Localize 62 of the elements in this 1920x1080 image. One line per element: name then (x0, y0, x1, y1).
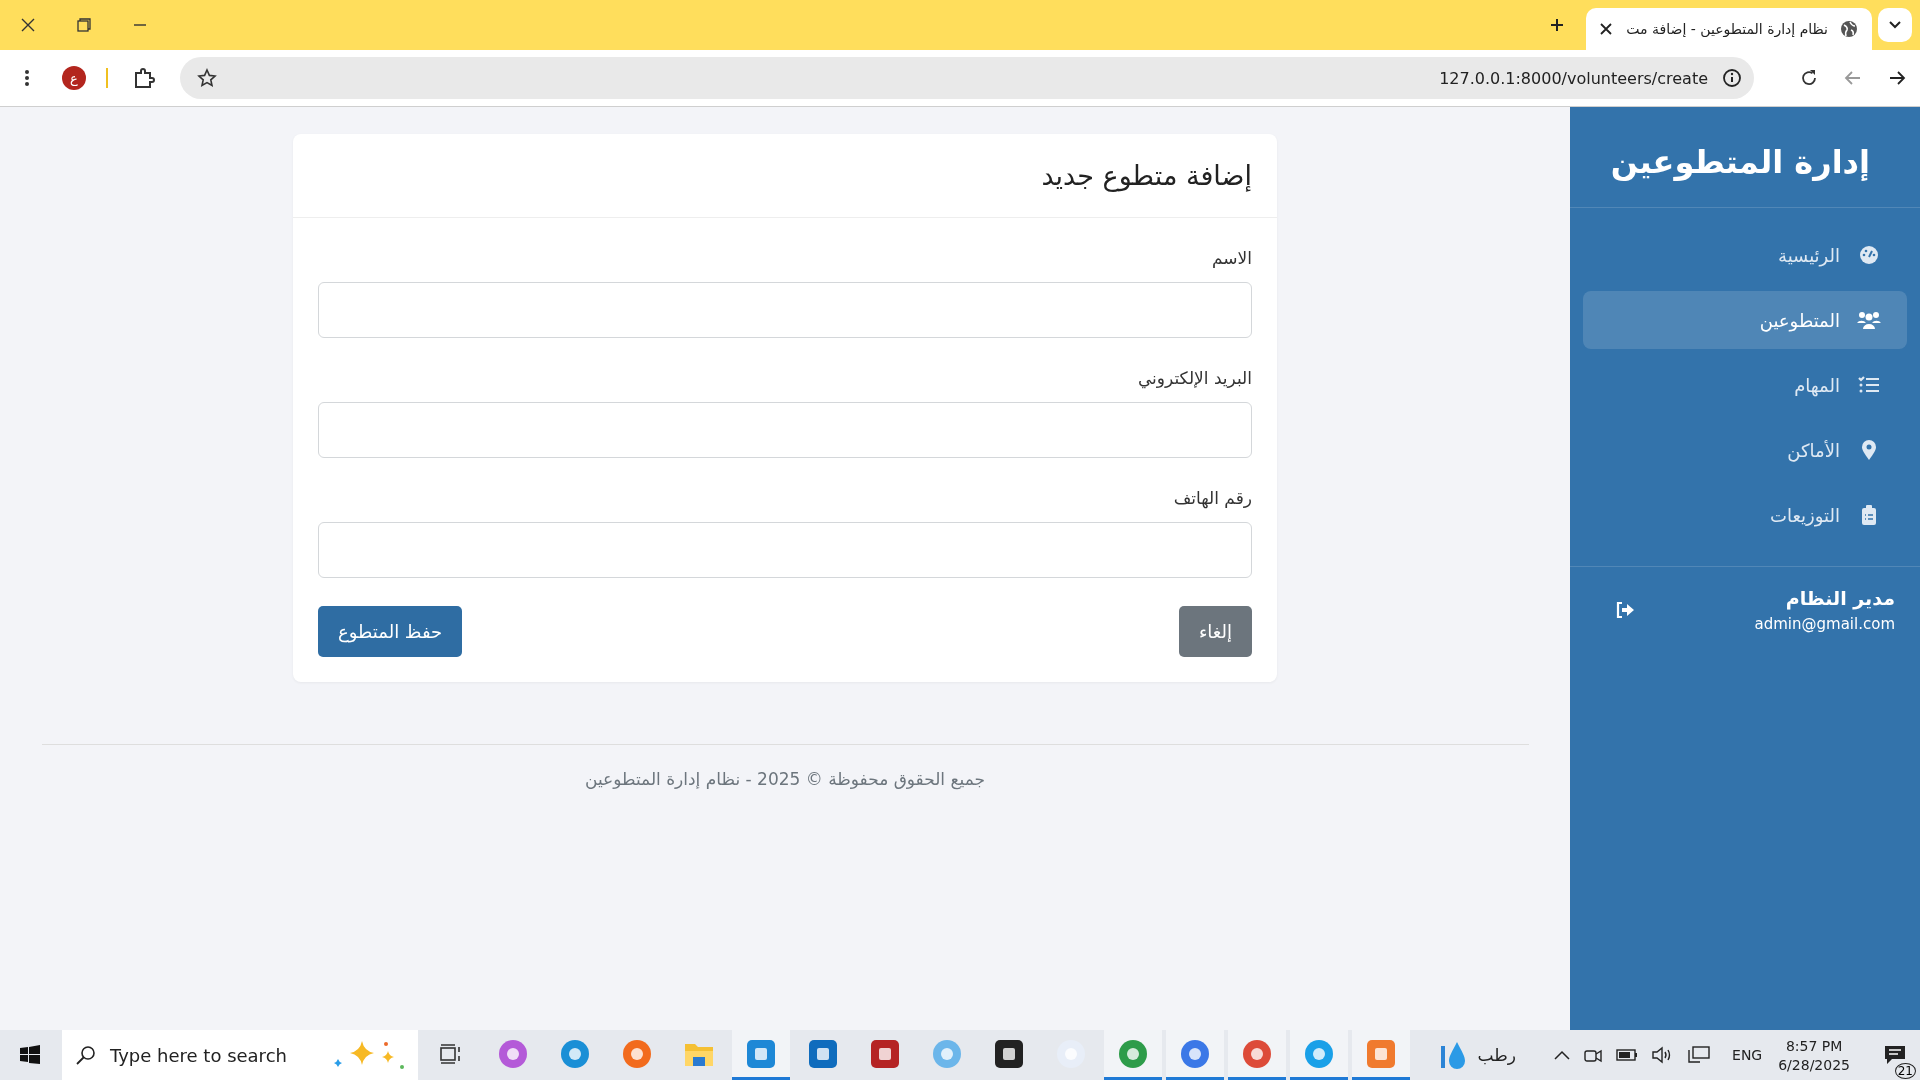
field-label: الاسم (1211, 248, 1252, 268)
circle-app-icon[interactable] (498, 1038, 528, 1069)
network-icon[interactable] (1688, 1046, 1711, 1064)
input-field[interactable] (318, 402, 1252, 458)
profile-avatar[interactable]: ع (62, 66, 86, 90)
sidebar-item[interactable]: المتطوعين (1583, 291, 1907, 349)
sidebar-item[interactable]: التوزيعات (1583, 486, 1907, 544)
footer-text: جميع الحقوق محفوظة © 2025 - نظام إدارة المتطوعين (585, 769, 985, 789)
taskbar-search-field[interactable]: Type here to search (62, 1030, 418, 1080)
clock-date[interactable]: 6/28/2025 (1778, 1056, 1850, 1073)
browser-tab[interactable]: نظام إدارة المتطوعين - إضافة مت (1586, 8, 1872, 50)
close-icon[interactable] (1600, 23, 1612, 35)
close-icon[interactable] (21, 18, 35, 32)
input-field[interactable] (318, 282, 1252, 338)
water-drop-icon (1439, 1040, 1466, 1070)
forward-icon[interactable] (1888, 69, 1906, 87)
clock-time[interactable]: 8:57 PM (1785, 1037, 1843, 1054)
field-label: البريد الإلكتروني (1136, 368, 1252, 388)
circle-app-icon[interactable] (560, 1038, 590, 1069)
windows-start-icon[interactable] (20, 1045, 40, 1065)
reload-icon[interactable] (1800, 69, 1818, 87)
tab-list-button[interactable] (1878, 8, 1912, 42)
sidebar-item[interactable]: الرئيسية (1583, 226, 1907, 284)
back-icon[interactable] (1844, 69, 1862, 87)
logout-icon[interactable] (1615, 601, 1635, 619)
info-icon[interactable] (1722, 68, 1742, 88)
user-name: مدير النظام (1784, 587, 1895, 609)
save-button[interactable]: حفظ المتطوع (318, 606, 463, 657)
circle-app-icon[interactable] (1180, 1038, 1210, 1069)
cancel-button[interactable]: إلغاء (1178, 606, 1252, 657)
sidebar-item[interactable]: المهام (1583, 356, 1907, 414)
input-field[interactable] (318, 522, 1252, 578)
star-icon[interactable] (197, 68, 217, 88)
circle-app-icon[interactable] (622, 1038, 652, 1069)
url-text: 127.0.0.1:8000/volunteers/create (1439, 68, 1708, 88)
notification-count[interactable]: 21 (1894, 1063, 1916, 1079)
chevron-down-icon (1889, 21, 1901, 29)
square-app-icon[interactable] (994, 1038, 1024, 1069)
user-email: admin@gmail.com (1754, 615, 1895, 633)
users-icon (1856, 310, 1882, 330)
battery-icon[interactable] (1616, 1049, 1639, 1061)
circle-app-icon[interactable] (1242, 1038, 1272, 1069)
search-icon (76, 1045, 96, 1065)
form-title: إضافة متطوع جديد (1041, 160, 1252, 191)
circle-app-icon[interactable] (1118, 1038, 1148, 1069)
weather-text[interactable]: رطب (1477, 1045, 1517, 1065)
chevron-up-icon[interactable] (1554, 1050, 1571, 1060)
sidebar-item[interactable]: الأماكن (1583, 421, 1907, 479)
globe-icon (1840, 20, 1858, 38)
address-bar[interactable]: 127.0.0.1:8000/volunteers/create (180, 57, 1754, 99)
checklist-icon (1856, 376, 1882, 394)
language-indicator[interactable]: ENG (1732, 1047, 1763, 1063)
puzzle-icon[interactable] (133, 67, 155, 89)
restore-icon[interactable] (77, 18, 91, 32)
camera-icon[interactable] (1584, 1047, 1603, 1063)
circle-app-icon[interactable] (1304, 1038, 1334, 1069)
menu-icon[interactable] (25, 70, 29, 86)
field-label: رقم الهاتف (1172, 488, 1252, 508)
message-icon[interactable] (1884, 1045, 1906, 1065)
task-view-icon[interactable] (440, 1043, 462, 1064)
new-tab-icon[interactable] (1550, 18, 1564, 32)
sidebar-title: إدارة المتطوعين (1570, 116, 1920, 208)
